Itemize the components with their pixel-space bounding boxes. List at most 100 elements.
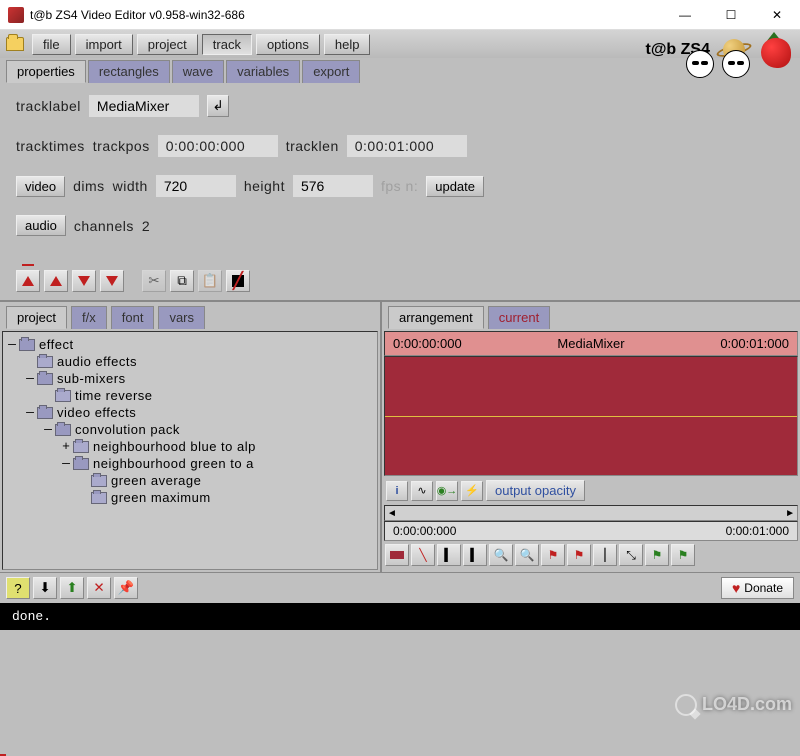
tl-zoomin-button[interactable]: 🔍 bbox=[489, 544, 513, 566]
tree-row[interactable]: audio effects bbox=[5, 353, 375, 370]
cut-button[interactable]: ✂ bbox=[142, 270, 166, 292]
timeline-toolbar: ╲ ▍ ▍ 🔍 🔍 ⚑ ⚑ ⎮ ⤡ ⚑ ⚑ bbox=[382, 541, 800, 569]
delete-button[interactable]: ╱ bbox=[226, 270, 250, 292]
trackpos-value[interactable]: 0:00:00:000 bbox=[158, 135, 278, 157]
tl-line-button[interactable]: ╲ bbox=[411, 544, 435, 566]
channels-value: 2 bbox=[142, 218, 150, 234]
tab-vars[interactable]: vars bbox=[158, 306, 205, 329]
timeline-scrollbar[interactable]: ◄► bbox=[384, 505, 798, 521]
help-button[interactable]: ? bbox=[6, 577, 30, 599]
menu-project[interactable]: project bbox=[137, 34, 198, 55]
timeline-tabs: arrangement current bbox=[382, 302, 800, 329]
loop-button[interactable]: ◉→ bbox=[436, 481, 458, 501]
tree-row[interactable]: green average bbox=[5, 472, 375, 489]
tree-row[interactable]: green maximum bbox=[5, 489, 375, 506]
tree-toggle[interactable]: — bbox=[41, 422, 55, 437]
heart-icon: ♥ bbox=[732, 580, 740, 596]
clear-button[interactable]: ✕ bbox=[87, 577, 111, 599]
tl-mark2-button[interactable]: ▍ bbox=[463, 544, 487, 566]
tab-rectangles[interactable]: rectangles bbox=[88, 60, 170, 83]
audio-button[interactable]: audio bbox=[16, 215, 66, 236]
tree-label: effect bbox=[39, 337, 74, 352]
tab-properties[interactable]: properties bbox=[6, 60, 86, 83]
folder-icon bbox=[73, 458, 89, 470]
tree-toggle[interactable]: + bbox=[59, 439, 73, 454]
tree-toggle[interactable]: — bbox=[23, 371, 37, 386]
tab-fx[interactable]: f/x bbox=[71, 306, 107, 329]
tree-row[interactable]: —convolution pack bbox=[5, 421, 375, 438]
move-down-button[interactable] bbox=[72, 270, 96, 292]
menu-file[interactable]: file bbox=[32, 34, 71, 55]
move-up-button[interactable] bbox=[44, 270, 68, 292]
menu-track[interactable]: track bbox=[202, 34, 252, 55]
output-opacity-button[interactable]: output opacity bbox=[486, 480, 585, 501]
tree-toggle[interactable]: — bbox=[5, 337, 19, 352]
tracklabel-input[interactable] bbox=[89, 95, 199, 117]
tree-toggle[interactable]: — bbox=[59, 456, 73, 471]
pin-button[interactable]: 📌 bbox=[114, 577, 138, 599]
tl-flag4-button[interactable]: ⚑ bbox=[671, 544, 695, 566]
tab-wave[interactable]: wave bbox=[172, 60, 224, 83]
tl-flag1-button[interactable]: ⚑ bbox=[541, 544, 565, 566]
export-button[interactable]: ⬆ bbox=[60, 577, 84, 599]
tl-flag2-button[interactable]: ⚑ bbox=[567, 544, 591, 566]
width-label: width bbox=[113, 178, 148, 194]
tracklen-value[interactable]: 0:00:01:000 bbox=[347, 135, 467, 157]
tree-label: green average bbox=[111, 473, 201, 488]
video-button[interactable]: video bbox=[16, 176, 65, 197]
tree-toggle[interactable]: — bbox=[23, 405, 37, 420]
width-input[interactable] bbox=[156, 175, 236, 197]
tl-mark1-button[interactable]: ▍ bbox=[437, 544, 461, 566]
dims-label: dims bbox=[73, 178, 105, 194]
maximize-button[interactable]: ☐ bbox=[708, 0, 754, 30]
project-tree[interactable]: — effect audio effects—sub-mixerstime reve… bbox=[2, 331, 378, 570]
timeline-panel: arrangement current 0:00:00:000 MediaMix… bbox=[382, 302, 800, 572]
tree-label: audio effects bbox=[57, 354, 137, 369]
tree-label: neighbourhood blue to alp bbox=[93, 439, 256, 454]
tracklabel-commit-button[interactable]: ↲ bbox=[207, 95, 229, 117]
menu-options[interactable]: options bbox=[256, 34, 320, 55]
face-decoration bbox=[686, 50, 750, 78]
folder-icon[interactable] bbox=[6, 37, 24, 51]
tab-project[interactable]: project bbox=[6, 306, 67, 329]
close-button[interactable]: ✕ bbox=[754, 0, 800, 30]
tl-join-button[interactable]: ⤡ bbox=[619, 544, 643, 566]
import-button[interactable]: ⬇ bbox=[33, 577, 57, 599]
flash-button[interactable]: ⚡ bbox=[461, 481, 483, 501]
folder-icon bbox=[37, 407, 53, 419]
height-input[interactable] bbox=[293, 175, 373, 197]
menu-help[interactable]: help bbox=[324, 34, 371, 55]
tl-select-button[interactable] bbox=[385, 544, 409, 566]
tree-row[interactable]: time reverse bbox=[5, 387, 375, 404]
wave-button[interactable]: ∿ bbox=[411, 481, 433, 501]
menu-import[interactable]: import bbox=[75, 34, 133, 55]
tree-label: video effects bbox=[57, 405, 136, 420]
fps-label: fps n: bbox=[381, 178, 418, 194]
tab-export[interactable]: export bbox=[302, 60, 360, 83]
timeline-track[interactable] bbox=[384, 356, 798, 476]
tl-split-button[interactable]: ⎮ bbox=[593, 544, 617, 566]
update-button[interactable]: update bbox=[426, 176, 484, 197]
minimize-button[interactable]: — bbox=[662, 0, 708, 30]
copy-button[interactable]: ⧉ bbox=[170, 270, 194, 292]
channels-label: channels bbox=[74, 218, 134, 234]
move-top-button[interactable] bbox=[16, 270, 40, 292]
tracktimes-label: tracktimes bbox=[16, 138, 85, 154]
tree-row[interactable]: — effect bbox=[5, 336, 375, 353]
move-bottom-button[interactable] bbox=[100, 270, 124, 292]
tree-row[interactable]: + neighbourhood blue to alp bbox=[5, 438, 375, 455]
tab-variables[interactable]: variables bbox=[226, 60, 300, 83]
paste-button[interactable]: 📋 bbox=[198, 270, 222, 292]
info-button[interactable]: i bbox=[386, 481, 408, 501]
tree-row[interactable]: — video effects bbox=[5, 404, 375, 421]
tree-row[interactable]: —sub-mixers bbox=[5, 370, 375, 387]
tab-arrangement[interactable]: arrangement bbox=[388, 306, 484, 329]
donate-button[interactable]: ♥Donate bbox=[721, 577, 794, 599]
tree-row[interactable]: —neighbourhood green to a bbox=[5, 455, 375, 472]
tab-current[interactable]: current bbox=[488, 306, 550, 329]
tl-flag3-button[interactable]: ⚑ bbox=[645, 544, 669, 566]
ruler-end: 0:00:01:000 bbox=[726, 524, 789, 538]
tl-zoomout-button[interactable]: 🔍 bbox=[515, 544, 539, 566]
height-label: height bbox=[244, 178, 285, 194]
tab-font[interactable]: font bbox=[111, 306, 155, 329]
